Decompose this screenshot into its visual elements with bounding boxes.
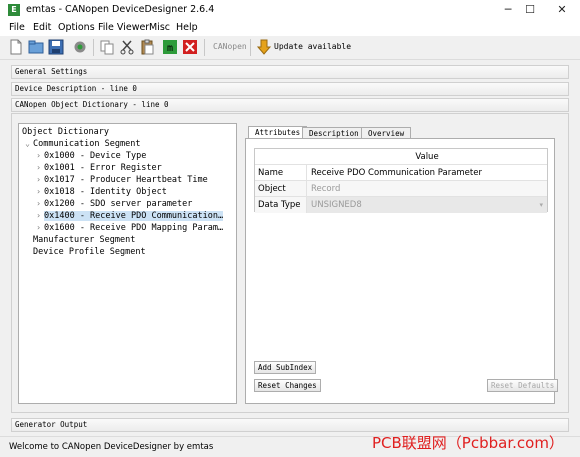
tree-label: Communication Segment [33,139,141,149]
window-title: emtas - CANopen DeviceDesigner 2.6.4 [26,4,215,15]
menu-file[interactable]: File [9,22,25,33]
delete-icon[interactable] [182,39,198,55]
chevron-right-icon[interactable]: › [33,198,44,210]
tree-label: 0x1018 - Identity Object [44,187,167,197]
chevron-right-icon[interactable]: › [33,174,44,186]
tree-communication-segment[interactable]: ⌄ Communication Segment [22,138,140,150]
tree-item-0x1200[interactable]: › 0x1200 - SDO server parameter [33,198,192,210]
chevron-down-icon: ▾ [539,201,543,209]
reset-defaults-button: Reset Defaults [487,379,559,392]
toolbar-separator [204,39,205,56]
open-file-icon[interactable] [28,39,44,55]
chevron-right-icon[interactable]: › [33,150,44,162]
tree-label-selected: 0x1400 - Receive PDO Communication… [44,211,224,221]
menu-bar: File Edit Options File Viewer Misc Help [0,20,580,36]
name-value-field[interactable]: Receive PDO Communication Parameter [308,165,482,181]
chevron-right-icon[interactable]: › [33,162,44,174]
tree-item-0x1017[interactable]: › 0x1017 - Producer Heartbeat Time [33,174,208,186]
chevron-right-icon[interactable]: › [33,210,44,222]
grid-row-data-type: Data Type UNSIGNED8 ▾ [255,197,547,213]
chevron-right-icon[interactable]: › [33,186,44,198]
menu-help[interactable]: Help [176,22,198,33]
tree-item-0x1000[interactable]: › 0x1000 - Device Type [33,150,146,162]
general-settings-section[interactable]: General Settings [11,65,569,79]
grid-header: Value [255,149,547,165]
tree-label: 0x1017 - Producer Heartbeat Time [44,175,208,185]
tree-item-0x1600[interactable]: › 0x1600 - Receive PDO Mapping Param… [33,222,223,234]
update-available-link[interactable]: Update available [274,42,351,51]
tree-label: 0x1001 - Error Register [44,163,162,173]
grid-cell-label: Name [255,165,307,181]
object-dictionary-section[interactable]: CANopen Object Dictionary - line 0 [11,98,569,112]
object-dictionary-tree[interactable]: Object Dictionary ⌄ Communication Segment… [18,123,237,404]
toolbar: m CANopen Update available [0,36,580,60]
close-button[interactable]: ✕ [544,0,580,20]
tree-manufacturer-segment[interactable]: Manufacturer Segment [33,234,135,246]
grid-row-object-type: Object Type Record [255,181,547,210]
cut-icon[interactable] [119,39,135,55]
tree-item-0x1001[interactable]: › 0x1001 - Error Register [33,162,162,174]
data-type-select: UNSIGNED8 [311,200,362,210]
menu-file-viewer[interactable]: File Viewer [98,22,149,33]
menu-misc[interactable]: Misc [149,22,170,33]
add-subindex-button[interactable]: Add SubIndex [254,361,317,374]
tree-label: 0x1600 - Receive PDO Mapping Param… [44,223,224,233]
tree-item-0x1400[interactable]: › 0x1400 - Receive PDO Communication… [33,210,224,222]
generate-icon[interactable]: m [162,39,178,55]
tree-device-profile-segment[interactable]: Device Profile Segment [33,246,146,258]
update-download-icon[interactable] [256,39,272,55]
copy-icon[interactable] [99,39,115,55]
grid-header-value: Value [415,152,439,162]
tree-label: 0x1200 - SDO server parameter [44,199,193,209]
tree-root[interactable]: Object Dictionary [22,126,109,138]
title-bar: E emtas - CANopen DeviceDesigner 2.6.4 ─… [0,0,580,20]
canopen-button[interactable]: CANopen [213,42,247,51]
grid-cell-label: Object Type [255,181,307,210]
svg-text:m: m [167,43,173,54]
maximize-button[interactable]: ☐ [512,0,548,20]
status-text: Welcome to CANopen DeviceDesigner by emt… [9,442,214,452]
device-description-section[interactable]: Device Description - line 0 [11,82,569,96]
grid-row-name[interactable]: Name Receive PDO Communication Parameter [255,165,547,181]
reset-changes-button[interactable]: Reset Changes [254,379,321,392]
grid-cell-label: Data Type [255,197,307,213]
new-file-icon[interactable] [8,39,24,55]
settings-gear-icon[interactable] [72,39,88,55]
menu-options[interactable]: Options [58,22,95,33]
watermark: PCB联盟网（Pcbbar.com） [372,434,564,452]
chevron-down-icon[interactable]: ⌄ [22,138,33,150]
paste-icon[interactable] [139,39,155,55]
generator-output-section[interactable]: Generator Output [11,418,569,432]
object-type-value: Record [311,184,341,194]
tree-item-0x1018[interactable]: › 0x1018 - Identity Object [33,186,167,198]
toolbar-separator [250,39,251,56]
save-icon[interactable] [48,39,64,55]
tree-label: 0x1000 - Device Type [44,151,147,161]
app-logo-icon: E [8,4,20,16]
chevron-right-icon[interactable]: › [33,222,44,234]
toolbar-separator [93,39,94,56]
attributes-grid: Value Name Receive PDO Communication Par… [254,148,548,213]
menu-edit[interactable]: Edit [33,22,51,33]
